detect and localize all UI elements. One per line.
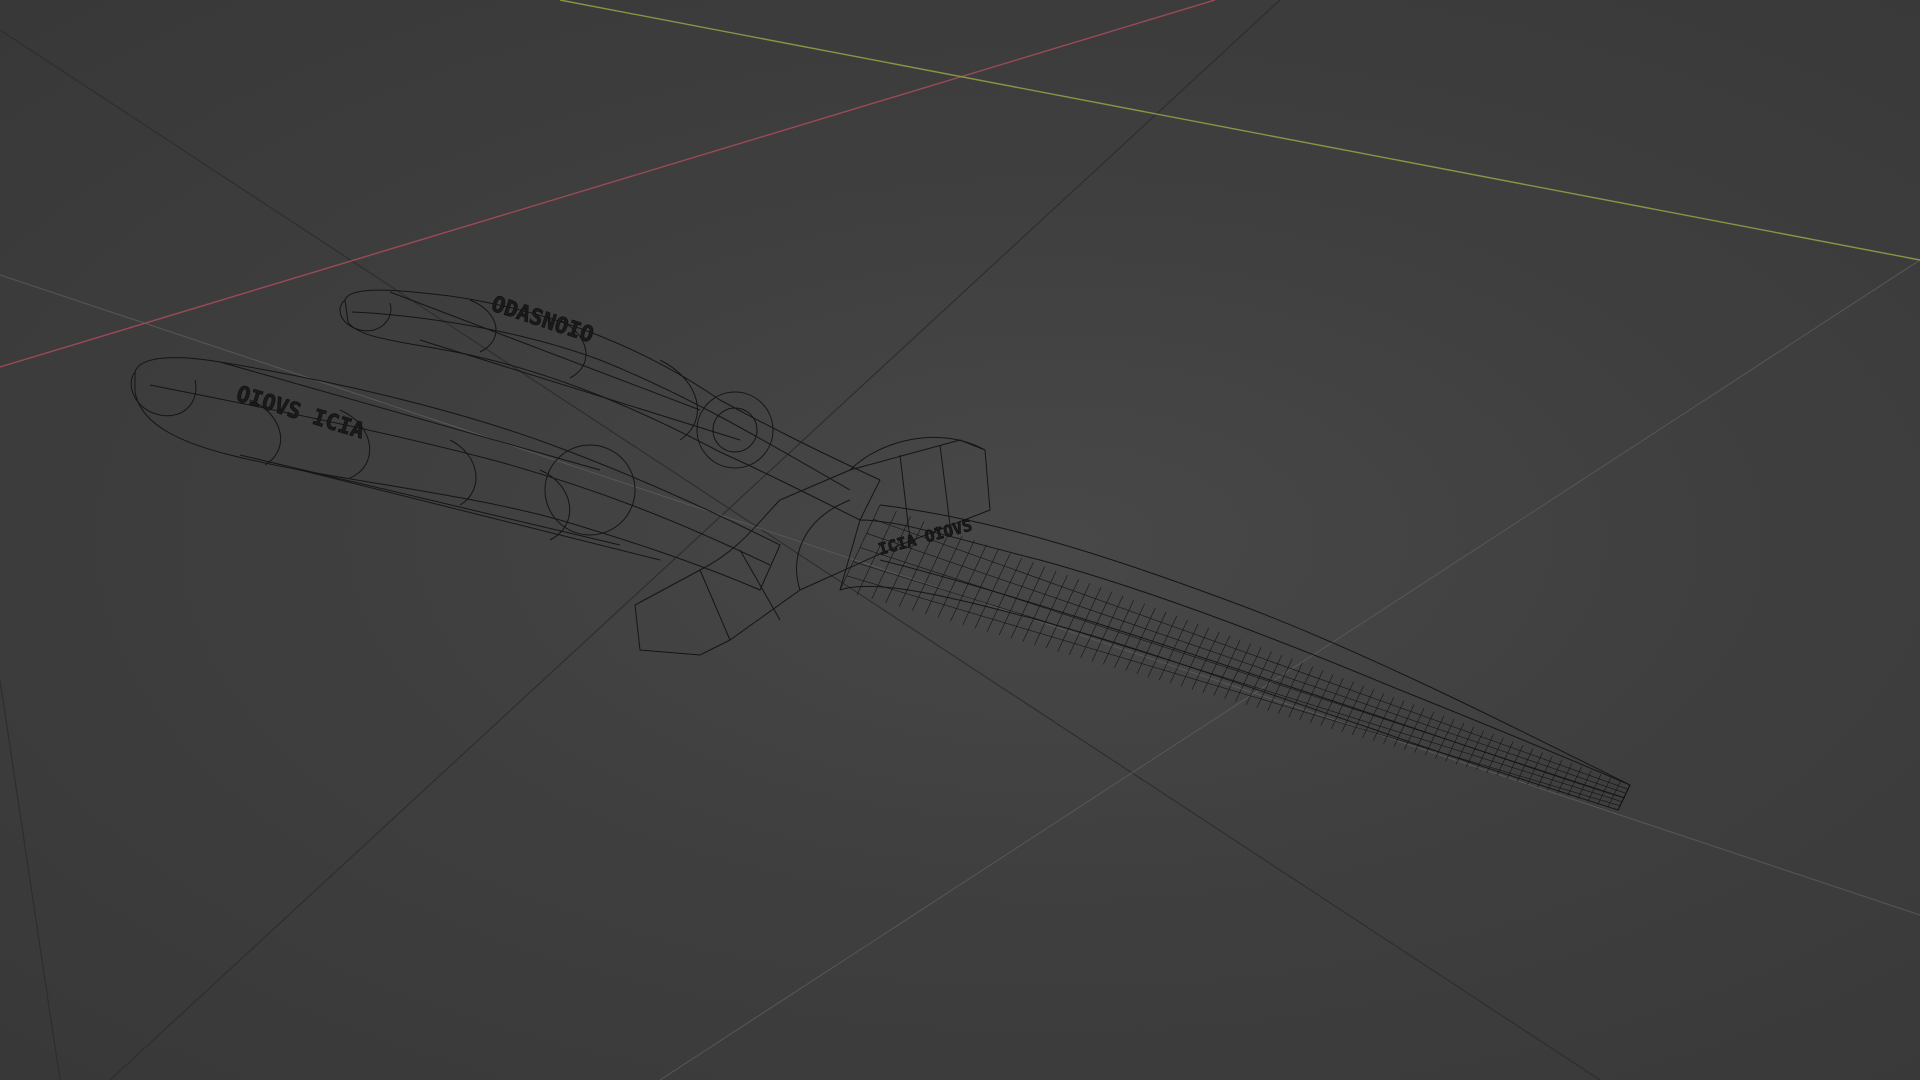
upper-handle-inner (351, 311, 851, 491)
mesh-loop (873, 518, 1629, 790)
grid-line (659, 259, 1920, 1080)
floor-grid (0, 0, 1601, 1080)
jaw-top (879, 504, 1631, 786)
grid-line (0, 29, 1601, 1080)
pivot-block (634, 439, 991, 656)
pivot-edge (699, 569, 731, 641)
jaw-outline (839, 519, 1631, 811)
y-axis-line (559, 0, 1920, 261)
mesh-loop (866, 533, 1627, 794)
floor-grid-faint (0, 259, 1920, 1080)
x-axis-line (0, 0, 1216, 368)
lower-handle-outline (134, 357, 781, 591)
lower-handle-edge (239, 454, 621, 546)
jaw-inner (879, 559, 1626, 799)
viewport-canvas[interactable]: ODASNOIO OIOVS ICIA ICIA OIOVS (0, 0, 1920, 1080)
mesh-loop (853, 561, 1623, 802)
mesh-loop (846, 575, 1621, 807)
lower-handle-edge (299, 469, 661, 561)
pivot-edge (899, 454, 911, 541)
3d-viewport[interactable]: ODASNOIO OIOVS ICIA ICIA OIOVS (0, 0, 1920, 1080)
pivot-block-face (796, 436, 986, 591)
grid-line (109, 0, 1281, 1080)
upper-handle-engraving: ODASNOIO (488, 292, 597, 349)
grid-line (0, 679, 61, 1080)
jaw-mesh (839, 504, 1631, 811)
lower-handle-tip (130, 371, 197, 417)
pivot-hole-inner (712, 407, 758, 453)
pivot-edge (939, 444, 951, 526)
lower-handle-inner (149, 384, 771, 566)
upper-handle-tip (339, 299, 392, 332)
mesh-loop (859, 547, 1625, 798)
